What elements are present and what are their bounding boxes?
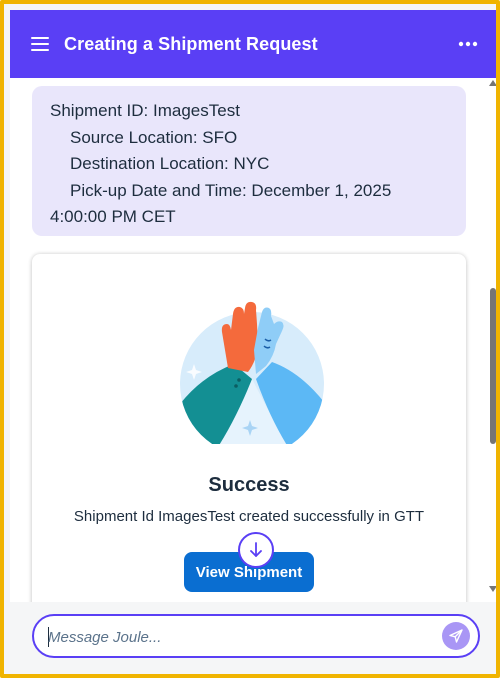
source-location-line: Source Location: SFO bbox=[70, 127, 238, 147]
composer-area bbox=[10, 602, 496, 674]
scrollbar-thumb[interactable] bbox=[490, 288, 496, 444]
send-button[interactable] bbox=[442, 622, 470, 650]
chat-area[interactable]: Shipment ID: ImagesTest Source Location:… bbox=[10, 78, 497, 602]
hamburger-menu-icon bbox=[31, 37, 49, 51]
header-bar: Creating a Shipment Request bbox=[10, 10, 496, 78]
more-options-icon bbox=[458, 41, 478, 47]
message-input[interactable] bbox=[48, 626, 428, 648]
destination-location-line: Destination Location: NYC bbox=[70, 154, 270, 173]
chat-scrollbar[interactable] bbox=[488, 78, 497, 602]
pickup-time-line: 4:00:00 PM CET bbox=[50, 207, 176, 226]
shipment-id-line: Shipment ID: ImagesTest bbox=[50, 101, 240, 120]
page-title: Creating a Shipment Request bbox=[64, 33, 318, 54]
arrow-down-icon bbox=[250, 542, 262, 557]
menu-button[interactable] bbox=[16, 20, 64, 68]
high-five-illustration bbox=[180, 301, 324, 444]
send-icon bbox=[449, 629, 463, 643]
app-frame: Creating a Shipment Request Shipment ID:… bbox=[0, 0, 500, 678]
message-composer[interactable] bbox=[32, 614, 480, 658]
more-options-button[interactable] bbox=[444, 20, 492, 68]
success-title: Success bbox=[208, 474, 290, 496]
pickup-date-line: Pick-up Date and Time: December 1, 2025 bbox=[70, 180, 392, 200]
scroll-down-arrow-icon[interactable] bbox=[489, 586, 497, 592]
scroll-to-bottom-button[interactable] bbox=[238, 532, 274, 568]
scroll-up-arrow-icon[interactable] bbox=[489, 80, 497, 86]
shipment-details-message: Shipment ID: ImagesTest Source Location:… bbox=[32, 86, 466, 236]
success-message: Shipment Id ImagesTest created successfu… bbox=[73, 508, 425, 525]
